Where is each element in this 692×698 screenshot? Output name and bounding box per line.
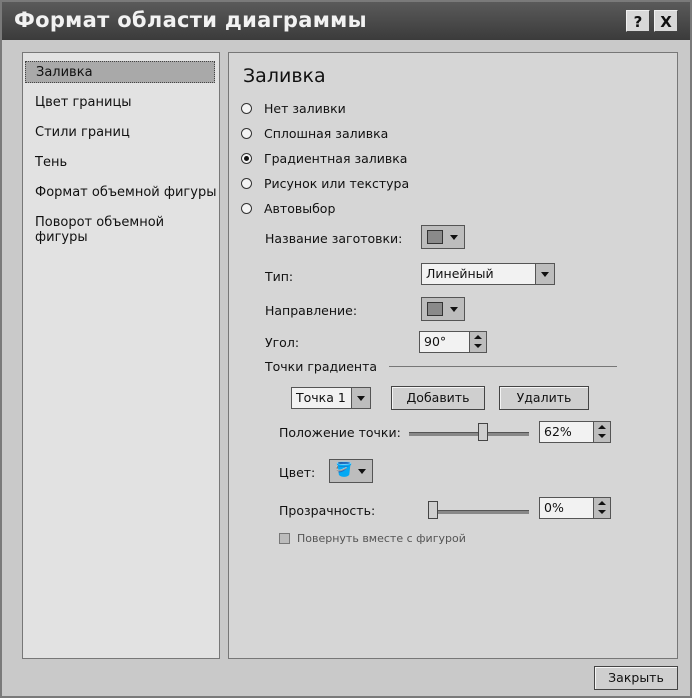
close-x-button[interactable]: X xyxy=(654,10,678,32)
fill-panel: Заливка Нет заливки Сплошная заливка Гра… xyxy=(228,52,678,659)
radio-button-checked[interactable] xyxy=(241,152,252,164)
angle-value: 90° xyxy=(424,334,447,349)
rotate-with-shape-row[interactable]: Повернуть вместе с фигурой xyxy=(279,532,466,545)
direction-swatch xyxy=(427,302,443,316)
sidebar-item-shadow[interactable]: Тень xyxy=(35,155,67,170)
type-select[interactable]: Линейный xyxy=(421,263,555,285)
radio-label: Сплошная заливка xyxy=(264,125,389,141)
color-dropdown[interactable]: 🪣 xyxy=(329,459,373,483)
preset-label: Название заготовки: xyxy=(265,231,403,246)
radio-label: Градиентная заливка xyxy=(264,150,408,166)
chevron-down-icon[interactable] xyxy=(351,388,370,408)
transparency-value: 0% xyxy=(544,500,564,515)
type-label: Тип: xyxy=(265,269,294,284)
stop-position-slider-track[interactable] xyxy=(409,432,529,436)
spin-down-icon[interactable] xyxy=(598,434,606,438)
chevron-down-icon xyxy=(450,307,458,312)
stop-position-slider-thumb[interactable] xyxy=(478,423,489,441)
format-chart-area-dialog: Формат области диаграммы ? X Заливка Цве… xyxy=(0,0,692,698)
gradient-stops-label: Точки градиента xyxy=(265,359,378,374)
remove-stop-button[interactable]: Удалить xyxy=(499,386,589,410)
transparency-slider-thumb[interactable] xyxy=(428,501,438,519)
panel-title: Заливка xyxy=(243,65,326,87)
group-divider xyxy=(389,366,617,367)
angle-label: Угол: xyxy=(265,335,300,350)
paint-bucket-icon: 🪣 xyxy=(335,462,353,478)
spin-buttons[interactable] xyxy=(593,498,610,518)
preset-swatch xyxy=(427,230,443,244)
spin-buttons[interactable] xyxy=(593,422,610,442)
sidebar-item-3d-rotation[interactable]: Поворот объемной фигуры xyxy=(35,215,219,245)
radio-solid-fill[interactable]: Сплошная заливка xyxy=(241,124,388,142)
radio-automatic[interactable]: Автовыбор xyxy=(241,199,335,217)
preset-gradient-dropdown[interactable] xyxy=(421,225,465,249)
direction-dropdown[interactable] xyxy=(421,297,465,321)
close-button[interactable]: Закрыть xyxy=(594,666,678,690)
spin-buttons[interactable] xyxy=(469,332,486,352)
transparency-label: Прозрачность: xyxy=(279,503,376,518)
radio-button[interactable] xyxy=(241,102,252,114)
radio-label: Нет заливки xyxy=(264,100,346,116)
stop-position-spinner[interactable]: 62% xyxy=(539,421,611,443)
help-button[interactable]: ? xyxy=(626,10,650,32)
radio-picture-texture[interactable]: Рисунок или текстура xyxy=(241,174,409,192)
spin-down-icon[interactable] xyxy=(598,510,606,514)
type-value: Линейный xyxy=(426,266,494,281)
spin-up-icon[interactable] xyxy=(474,335,482,339)
radio-button[interactable] xyxy=(241,202,252,214)
direction-label: Направление: xyxy=(265,303,358,318)
sidebar-item-border-styles[interactable]: Стили границ xyxy=(35,125,130,140)
dialog-title: Формат области диаграммы xyxy=(14,8,367,32)
radio-gradient-fill[interactable]: Градиентная заливка xyxy=(241,149,407,167)
rotate-with-shape-label: Повернуть вместе с фигурой xyxy=(297,532,466,545)
radio-no-fill[interactable]: Нет заливки xyxy=(241,99,346,117)
chevron-down-icon xyxy=(358,469,366,474)
transparency-slider-track[interactable] xyxy=(433,510,529,514)
transparency-spinner[interactable]: 0% xyxy=(539,497,611,519)
stop-position-label: Положение точки: xyxy=(279,425,401,440)
chevron-down-icon[interactable] xyxy=(535,264,554,284)
add-stop-button[interactable]: Добавить xyxy=(391,386,485,410)
spin-up-icon[interactable] xyxy=(598,425,606,429)
color-label: Цвет: xyxy=(279,465,316,480)
stop-value: Точка 1 xyxy=(296,390,346,405)
radio-label: Автовыбор xyxy=(264,200,336,216)
radio-button[interactable] xyxy=(241,177,252,189)
sidebar-item-3d-format[interactable]: Формат объемной фигуры xyxy=(35,185,216,200)
title-bar[interactable]: Формат области диаграммы ? X xyxy=(2,2,690,40)
spin-down-icon[interactable] xyxy=(474,344,482,348)
angle-spinner[interactable]: 90° xyxy=(419,331,487,353)
rotate-with-shape-checkbox[interactable] xyxy=(279,533,290,544)
chevron-down-icon xyxy=(450,235,458,240)
sidebar-item-fill[interactable]: Заливка xyxy=(25,61,215,83)
sidebar-item-border-color[interactable]: Цвет границы xyxy=(35,95,132,110)
category-list: Заливка Цвет границы Стили границ Тень Ф… xyxy=(22,52,220,659)
spin-up-icon[interactable] xyxy=(598,501,606,505)
stop-position-value: 62% xyxy=(544,424,572,439)
radio-label: Рисунок или текстура xyxy=(264,175,410,191)
gradient-stop-select[interactable]: Точка 1 xyxy=(291,387,371,409)
radio-button[interactable] xyxy=(241,127,252,139)
